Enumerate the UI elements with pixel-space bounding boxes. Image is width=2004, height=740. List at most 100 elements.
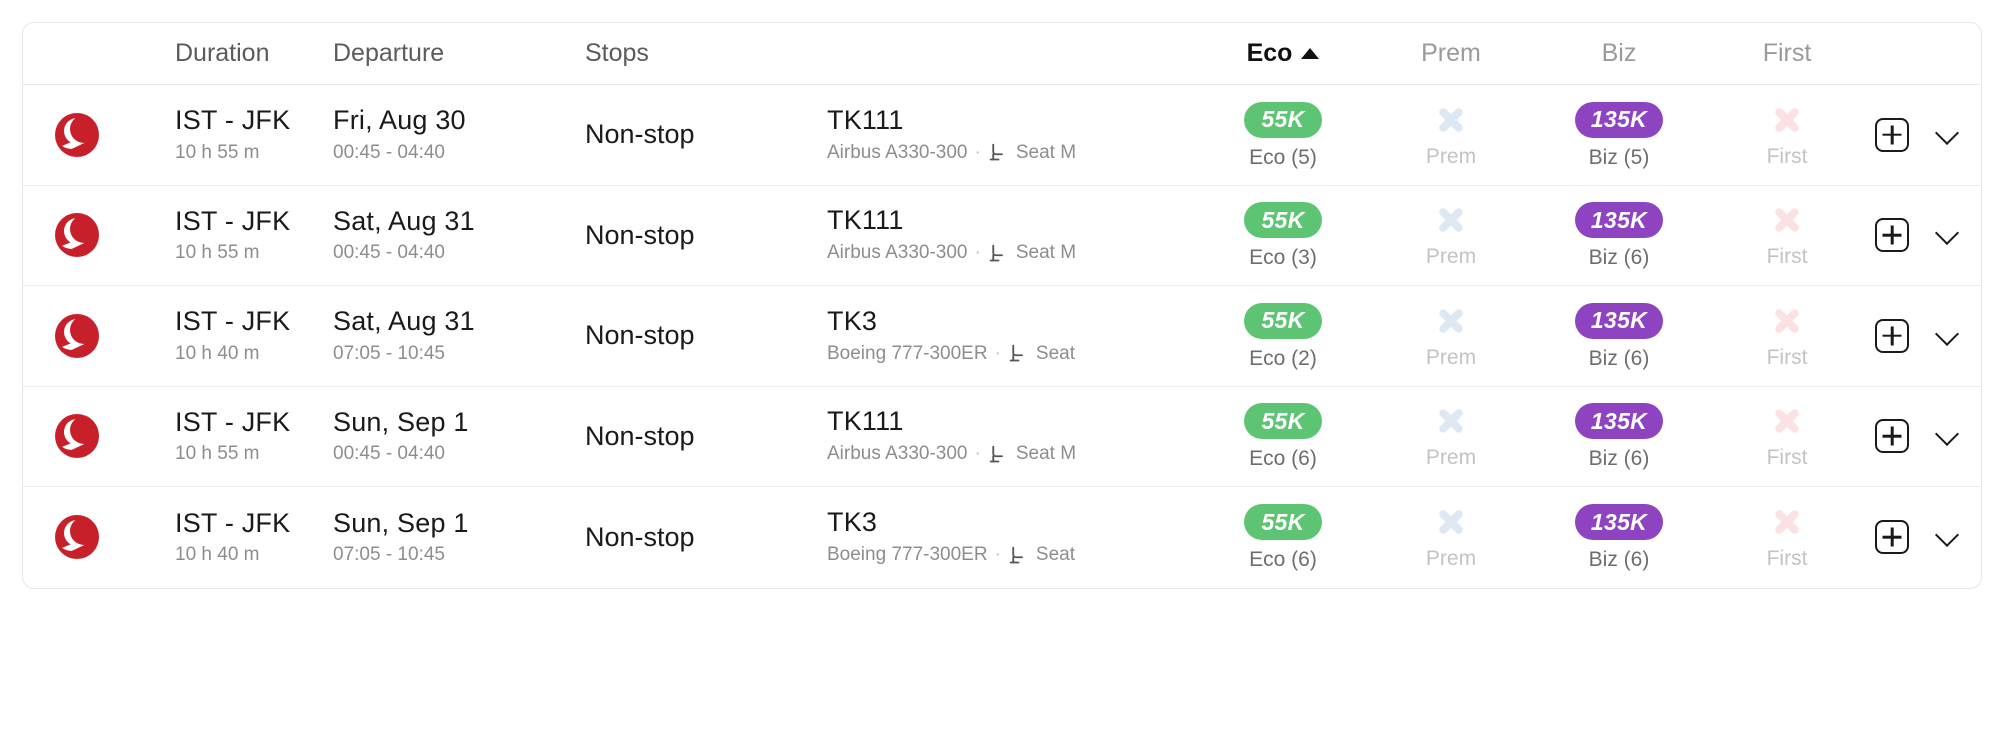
column-header-eco[interactable]: Eco — [1199, 39, 1367, 68]
table-row[interactable]: IST - JFK 10 h 40 m Sat, Aug 31 07:05 - … — [23, 286, 1981, 387]
cabin-cell-eco[interactable]: 55K Eco (6) — [1199, 504, 1367, 570]
aircraft-label: Boeing 777-300ER — [827, 544, 988, 566]
eco-availability-label: Eco (3) — [1249, 246, 1317, 270]
duration-label: 10 h 40 m — [175, 544, 260, 566]
cabin-cell-biz[interactable]: 135K Biz (6) — [1535, 504, 1703, 570]
unavailable-x-icon — [1434, 203, 1468, 237]
cabin-cell-eco[interactable]: 55K Eco (5) — [1199, 101, 1367, 168]
airline-logo-cell — [23, 515, 131, 560]
chevron-down-icon[interactable] — [1931, 420, 1963, 452]
column-header-stops[interactable]: Stops — [583, 39, 827, 68]
biz-price-badge[interactable]: 135K — [1574, 202, 1664, 239]
seat-label: Seat — [1035, 544, 1075, 566]
chevron-down-icon[interactable] — [1931, 521, 1963, 553]
cabin-cell-eco[interactable]: 55K Eco (6) — [1199, 403, 1367, 469]
airplane-seat-icon — [1008, 545, 1029, 566]
biz-availability-label: Biz (6) — [1588, 548, 1650, 572]
eco-price-badge[interactable]: 55K — [1244, 302, 1322, 339]
eco-price-badge[interactable]: 55K — [1244, 504, 1322, 541]
column-header-first[interactable]: First — [1703, 39, 1871, 68]
cabin-cell-first: First — [1703, 203, 1871, 267]
airline-logo-cell — [23, 112, 131, 157]
column-header-biz[interactable]: Biz — [1535, 39, 1703, 68]
table-row[interactable]: IST - JFK 10 h 55 m Sun, Sep 1 00:45 - 0… — [23, 387, 1981, 487]
departure-date-label: Sat, Aug 31 — [333, 205, 475, 236]
row-actions — [1871, 520, 1981, 555]
prem-availability-label: Prem — [1425, 144, 1477, 168]
row-actions — [1871, 218, 1981, 253]
seat-label: Seat M — [1015, 443, 1077, 465]
biz-availability-label: Biz (6) — [1588, 447, 1650, 471]
biz-availability-label: Biz (5) — [1588, 145, 1650, 169]
departure-cell: Sat, Aug 31 07:05 - 10:45 — [331, 307, 583, 364]
flight-number-label: TK111 — [827, 406, 904, 437]
departure-times-label: 00:45 - 04:40 — [333, 242, 445, 264]
airplane-seat-icon — [988, 243, 1009, 264]
route-cell: IST - JFK 10 h 40 m — [131, 307, 331, 364]
first-availability-label: First — [1766, 547, 1808, 571]
column-header-duration[interactable]: Duration — [131, 39, 331, 68]
biz-price-badge[interactable]: 135K — [1574, 504, 1664, 541]
biz-price-badge[interactable]: 135K — [1574, 101, 1664, 138]
first-availability-label: First — [1766, 345, 1808, 369]
cabin-cell-biz[interactable]: 135K Biz (6) — [1535, 403, 1703, 469]
row-actions — [1871, 318, 1981, 353]
detail-separator: · — [974, 141, 981, 163]
aircraft-label: Airbus A330-300 — [827, 443, 968, 465]
cabin-cell-prem: Prem — [1367, 304, 1535, 368]
stops-label: Non-stop — [585, 521, 695, 552]
departure-date-label: Sat, Aug 31 — [333, 306, 475, 337]
stops-label: Non-stop — [585, 219, 695, 250]
detail-separator: · — [974, 443, 981, 465]
airplane-seat-icon — [1008, 343, 1029, 364]
departure-date-label: Sun, Sep 1 — [333, 406, 469, 437]
cabin-cell-biz[interactable]: 135K Biz (5) — [1535, 101, 1703, 169]
eco-price-badge[interactable]: 55K — [1244, 101, 1322, 138]
table-row[interactable]: IST - JFK 10 h 55 m Sat, Aug 31 00:45 - … — [23, 186, 1981, 286]
unavailable-x-icon — [1434, 404, 1468, 438]
unavailable-x-icon — [1770, 404, 1804, 438]
turkish-airlines-logo-icon — [55, 515, 99, 560]
cabin-cell-biz[interactable]: 135K Biz (6) — [1535, 302, 1703, 369]
cabin-cell-eco[interactable]: 55K Eco (3) — [1199, 202, 1367, 268]
route-cell: IST - JFK 10 h 40 m — [131, 508, 331, 566]
stops-label: Non-stop — [585, 420, 695, 451]
turkish-airlines-logo-icon — [55, 313, 99, 358]
aircraft-label: Airbus A330-300 — [827, 141, 968, 163]
detail-separator: · — [994, 342, 1001, 364]
cabin-cell-eco[interactable]: 55K Eco (2) — [1199, 302, 1367, 370]
column-header-departure[interactable]: Departure — [331, 39, 583, 68]
chevron-down-icon[interactable] — [1931, 219, 1963, 251]
plus-square-icon[interactable] — [1875, 117, 1909, 152]
plus-square-icon[interactable] — [1875, 520, 1909, 555]
unavailable-x-icon — [1770, 304, 1804, 338]
plus-square-icon[interactable] — [1875, 318, 1909, 353]
eco-price-badge[interactable]: 55K — [1244, 202, 1322, 239]
row-actions — [1871, 117, 1981, 152]
route-cell: IST - JFK 10 h 55 m — [131, 205, 331, 264]
departure-times-label: 00:45 - 04:40 — [333, 141, 445, 163]
eco-availability-label: Eco (2) — [1249, 346, 1317, 370]
prem-availability-label: Prem — [1425, 547, 1477, 571]
cabin-cell-first: First — [1703, 103, 1871, 167]
route-label: IST - JFK — [175, 205, 291, 236]
flight-details-cell: TK111 Airbus A330-300 · Seat M — [827, 206, 1199, 264]
unavailable-x-icon — [1434, 304, 1468, 338]
cabin-cell-biz[interactable]: 135K Biz (6) — [1535, 202, 1703, 268]
plus-square-icon[interactable] — [1875, 419, 1909, 454]
plus-square-icon[interactable] — [1875, 218, 1909, 253]
seat-label: Seat M — [1015, 141, 1077, 163]
table-row[interactable]: IST - JFK 10 h 55 m Fri, Aug 30 00:45 - … — [23, 85, 1981, 186]
prem-availability-label: Prem — [1425, 446, 1477, 470]
route-cell: IST - JFK 10 h 55 m — [131, 407, 331, 465]
flight-details-cell: TK111 Airbus A330-300 · Seat M — [827, 105, 1199, 164]
column-header-prem[interactable]: Prem — [1367, 39, 1535, 68]
chevron-down-icon[interactable] — [1931, 320, 1963, 352]
chevron-down-icon[interactable] — [1931, 119, 1963, 151]
table-row[interactable]: IST - JFK 10 h 40 m Sun, Sep 1 07:05 - 1… — [23, 487, 1981, 588]
flight-number-label: TK3 — [827, 305, 878, 336]
biz-price-badge[interactable]: 135K — [1574, 403, 1664, 440]
eco-price-badge[interactable]: 55K — [1244, 403, 1322, 440]
biz-price-badge[interactable]: 135K — [1574, 302, 1664, 339]
cabin-cell-prem: Prem — [1367, 404, 1535, 468]
